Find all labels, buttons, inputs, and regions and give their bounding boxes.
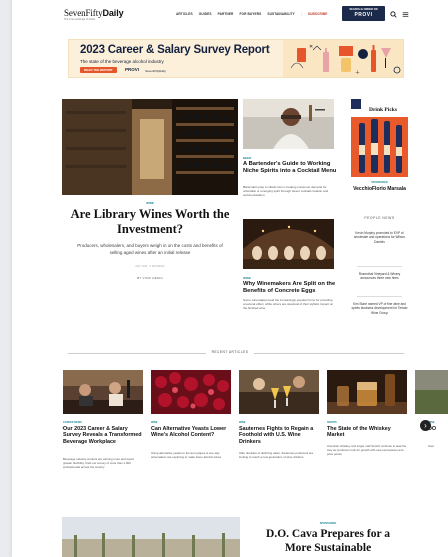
cta-line2: PROVI [354, 12, 373, 18]
carousel-next-arrow-icon[interactable]: › [420, 420, 431, 431]
card-2-description: Using alternative yeasts to ferment grap… [151, 451, 222, 459]
card-4-image[interactable] [327, 370, 407, 414]
card-1-description: Beverage industry workers are earning mo… [63, 457, 135, 469]
drink-picks-heading: Drink Picks [369, 107, 397, 113]
cta-line1: SEARCH & ORDER ON [349, 8, 378, 11]
site-tagline: The inner workings of drinks [64, 18, 96, 21]
card-3-image[interactable] [239, 370, 319, 414]
main-nav: ARTICLES GUIDES PARTNER FOR BUYERS SUSTA… [176, 12, 328, 16]
mid-article-1-tag[interactable]: BEER [243, 156, 251, 160]
feature-date: MAY 2023 · 6 MIN READ [135, 265, 165, 268]
bottom-feature-title[interactable]: D.O. Cava Prepares for a More Sustainabl… [252, 527, 404, 555]
feature-tag[interactable]: WINE [62, 201, 238, 205]
mid-article-2-description: Some winemakers laud the increasingly po… [243, 298, 334, 311]
feature-title[interactable]: Are Library Wines Worth the Investment? [62, 207, 238, 237]
read-report-button[interactable]: READ THE REPORT [80, 67, 117, 73]
card-2-title[interactable]: Can Alternative Yeasts Lower Wine's Alco… [151, 426, 233, 439]
banner-title: 2023 Career & Salary Survey Report [80, 44, 270, 56]
card-5-title[interactable]: DO [428, 426, 448, 432]
cava-article-image[interactable] [62, 517, 240, 557]
nav-partner[interactable]: PARTNER [218, 12, 234, 16]
sff-logo: SevenFiftyDaily [145, 68, 166, 73]
drink-picks-tag: SPONSORED [371, 181, 388, 184]
nav-guides[interactable]: GUIDES [199, 12, 212, 16]
provi-cta-button[interactable]: SEARCH & ORDER ON PROVI [342, 6, 385, 21]
people-news-item[interactable]: Kevin Murphy promoted to EVP of wholesal… [351, 231, 408, 244]
nav-articles[interactable]: ARTICLES [176, 12, 193, 16]
drink-picks-image[interactable]: Drink Picks [351, 99, 408, 177]
svg-text:✕: ✕ [309, 44, 313, 50]
bartender-article-image[interactable] [243, 99, 334, 149]
site-header: SevenFiftyDaily The inner workings of dr… [12, 0, 448, 30]
mid-article-2-title[interactable]: Why Winemakers Are Split on the Benefits… [243, 281, 339, 295]
mid-article-1-description: Bartenders play a critical role in creat… [243, 185, 329, 198]
people-news-item[interactable]: Rosenthal Vineyard & Winery announces th… [351, 272, 408, 281]
recent-divider-right [254, 353, 404, 354]
card-4-description: American whiskey and single malt Scotch … [327, 444, 407, 456]
people-news-heading: PEOPLE NEWS [364, 216, 395, 220]
card-4-title[interactable]: The State of the Whiskey Market [327, 426, 409, 439]
page: SevenFiftyDaily The inner workings of dr… [12, 0, 448, 557]
card-1-tag[interactable]: CAREER NEWS [63, 421, 82, 424]
logo-text-bold: Daily [102, 8, 124, 18]
nav-for-buyers[interactable]: FOR BUYERS [239, 12, 261, 16]
card-5-image[interactable] [415, 370, 448, 414]
card-2-tag[interactable]: WINE [151, 421, 158, 424]
people-news-divider [357, 266, 402, 267]
survey-report-banner[interactable]: 2023 Career & Salary Survey Report The s… [68, 39, 404, 78]
provi-logo: PROVI [125, 67, 140, 72]
card-5-description: Sust [428, 444, 434, 448]
search-icon[interactable] [390, 11, 397, 18]
card-3-description: After decades of declining sales, Sauter… [239, 451, 314, 459]
people-news-divider [357, 296, 402, 297]
card-3-tag[interactable]: WINE [239, 421, 246, 424]
banner-illustration: ✕ ＋ [283, 40, 403, 77]
banner-subtitle: The state of the beverage alcohol indust… [80, 59, 164, 64]
people-news-item[interactable]: Kim Stare named VP of fine wine and spir… [351, 302, 408, 315]
feature-image-wine-cellar[interactable] [62, 99, 238, 195]
feature-byline[interactable]: BY VICKI DENIG [62, 276, 238, 280]
mid-article-2-tag[interactable]: WINE [243, 276, 251, 280]
feature-description: Producers, wholesalers, and buyers weigh… [77, 243, 223, 255]
svg-text:＋: ＋ [355, 70, 360, 76]
nav-sustainability[interactable]: SUSTAINABILITY [267, 12, 295, 16]
nav-divider: | [300, 12, 302, 16]
mid-article-1-title[interactable]: A Bartender's Guide to Working Niche Spi… [243, 161, 339, 175]
site-logo[interactable]: SevenFiftyDaily [64, 8, 124, 18]
card-3-title[interactable]: Sauternes Fights to Regain a Foothold wi… [239, 426, 321, 445]
drink-picks-title[interactable]: VecchioFlorio Marsala [351, 186, 408, 192]
hamburger-menu-icon[interactable] [402, 11, 409, 18]
nav-subscribe[interactable]: SUBSCRIBE [308, 12, 328, 16]
card-1-image[interactable] [63, 370, 143, 414]
card-2-image[interactable] [151, 370, 231, 414]
card-4-tag[interactable]: SPIRITS [327, 421, 337, 424]
concrete-eggs-article-image[interactable] [243, 219, 334, 269]
card-1-title[interactable]: Our 2023 Career & Salary Survey Reveals … [63, 426, 145, 445]
bottom-feature-tag: SPONSORED [319, 522, 337, 525]
logo-text-light: SevenFifty [64, 8, 103, 18]
